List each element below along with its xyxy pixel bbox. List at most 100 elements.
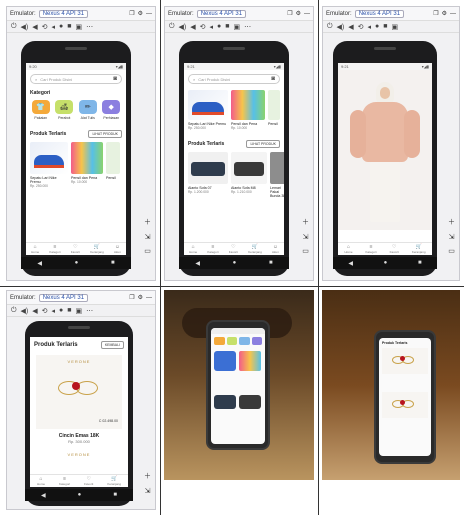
- power-icon[interactable]: ⏻: [11, 23, 17, 31]
- zoom-fit-icon[interactable]: ⇲: [449, 233, 455, 241]
- back-icon[interactable]: ◂: [210, 23, 214, 31]
- back-icon[interactable]: ◀: [37, 260, 42, 267]
- home-icon[interactable]: ●: [233, 260, 237, 266]
- camera-search-icon[interactable]: ◙: [271, 76, 275, 82]
- home-icon[interactable]: ●: [78, 492, 82, 498]
- ring-image[interactable]: VERONE C 02.498.00: [36, 355, 122, 429]
- overview-icon[interactable]: ■: [269, 260, 273, 266]
- more-icon[interactable]: ⋯: [86, 23, 93, 31]
- home-icon[interactable]: ●: [384, 260, 388, 266]
- gear-icon[interactable]: ⚙: [138, 10, 143, 17]
- home-icon[interactable]: ●: [59, 307, 63, 314]
- nav-favorite[interactable]: ♡ Favorit: [229, 244, 238, 254]
- category-item[interactable]: 🛋 Perabot: [55, 100, 74, 120]
- nav-home[interactable]: ⌂ Home: [37, 476, 45, 486]
- window-restore-icon[interactable]: ❐: [433, 10, 438, 17]
- gear-icon[interactable]: ⚙: [442, 10, 447, 17]
- nav-cart[interactable]: 🛒 Keranjang: [248, 244, 262, 254]
- power-icon[interactable]: ⏻: [327, 23, 333, 31]
- product-card[interactable]: Alanto Sofa 07 Rp. 1.200.000: [188, 152, 228, 198]
- power-icon[interactable]: ⏻: [169, 23, 175, 31]
- overview-icon[interactable]: ■: [418, 260, 422, 266]
- more-icon[interactable]: ⋯: [244, 23, 251, 31]
- back-icon[interactable]: ◀: [41, 492, 46, 499]
- zoom-fit-icon[interactable]: ⇲: [145, 233, 151, 241]
- zoom-in-icon[interactable]: ＋: [448, 217, 455, 227]
- volume-up-icon[interactable]: ◀): [21, 307, 29, 315]
- back-button[interactable]: KEMBALI: [100, 341, 124, 349]
- volume-down-icon[interactable]: ◀: [32, 23, 37, 31]
- volume-down-icon[interactable]: ◀: [190, 23, 195, 31]
- screen-icon[interactable]: ▭: [302, 247, 309, 255]
- home-icon[interactable]: ●: [375, 23, 379, 30]
- volume-up-icon[interactable]: ◀): [179, 23, 187, 31]
- window-restore-icon[interactable]: ❐: [287, 10, 292, 17]
- search-input[interactable]: ⌕ Cari Produk Disini ◙: [30, 74, 122, 84]
- nav-category[interactable]: ≡ Kategori: [207, 244, 218, 254]
- category-item[interactable]: ◆ Perhiasan: [102, 100, 121, 120]
- window-restore-icon[interactable]: ❐: [129, 294, 134, 301]
- zoom-fit-icon[interactable]: ⇲: [303, 233, 309, 241]
- rotate-icon[interactable]: ⟲: [200, 23, 206, 31]
- overview-icon[interactable]: ■: [113, 492, 117, 498]
- home-icon[interactable]: ●: [217, 23, 221, 30]
- overview-icon[interactable]: ■: [67, 23, 71, 30]
- rotate-icon[interactable]: ⟲: [358, 23, 364, 31]
- product-card[interactable]: Pensil: [106, 142, 120, 188]
- zoom-in-icon[interactable]: ＋: [144, 217, 151, 227]
- back-icon[interactable]: ◂: [368, 23, 372, 31]
- gear-icon[interactable]: ⚙: [296, 10, 301, 17]
- nav-home[interactable]: ⌂ Home: [31, 244, 39, 254]
- overview-icon[interactable]: ■: [111, 260, 115, 266]
- back-icon[interactable]: ◂: [52, 23, 56, 31]
- clothing-image[interactable]: [338, 70, 432, 230]
- minimize-icon[interactable]: —: [146, 11, 152, 17]
- volume-up-icon[interactable]: ◀): [21, 23, 29, 31]
- gear-icon[interactable]: ⚙: [138, 294, 143, 301]
- volume-down-icon[interactable]: ◀: [32, 307, 37, 315]
- home-icon[interactable]: ●: [59, 23, 63, 30]
- volume-down-icon[interactable]: ◀: [348, 23, 353, 31]
- nav-home[interactable]: ⌂ Home: [344, 244, 352, 254]
- back-icon[interactable]: ◀: [348, 260, 353, 267]
- more-icon[interactable]: ⋯: [86, 307, 93, 315]
- nav-cart[interactable]: 🛒 Keranjang: [107, 476, 121, 486]
- power-icon[interactable]: ⏻: [11, 307, 17, 315]
- product-card[interactable]: Pensil dan Pena Rp. 10.000: [71, 142, 103, 188]
- product-card[interactable]: Sepatu Lari Nike Premu Rp. 250.000: [30, 142, 68, 188]
- see-all-button[interactable]: LIHAT PRODUK: [246, 140, 280, 148]
- camera-search-icon[interactable]: ◙: [113, 76, 117, 82]
- nav-account[interactable]: ☺ Akun: [272, 244, 279, 254]
- product-card[interactable]: Pensil dan Pena Rp. 10.000: [231, 90, 265, 130]
- nav-favorite[interactable]: ♡ Favorit: [390, 244, 399, 254]
- nav-account[interactable]: ☺ Akun: [114, 244, 121, 254]
- zoom-fit-icon[interactable]: ⇲: [145, 487, 151, 495]
- search-input[interactable]: ⌕ Cari Produk Disini ◙: [188, 74, 280, 84]
- zoom-in-icon[interactable]: ＋: [144, 471, 151, 481]
- camera-icon[interactable]: ▣: [234, 23, 241, 31]
- category-item[interactable]: 👕 Pakaian: [31, 100, 50, 120]
- nav-category[interactable]: ≡ Kategori: [365, 244, 376, 254]
- nav-cart[interactable]: 🛒 Keranjang: [90, 244, 104, 254]
- volume-up-icon[interactable]: ◀): [337, 23, 345, 31]
- camera-icon[interactable]: ▣: [392, 23, 399, 31]
- device-tab[interactable]: Nexus 4 API 31: [38, 9, 89, 18]
- camera-icon[interactable]: ▣: [76, 307, 83, 315]
- nav-favorite[interactable]: ♡ Favorit: [71, 244, 80, 254]
- screen-icon[interactable]: ▭: [144, 247, 151, 255]
- camera-icon[interactable]: ▣: [76, 23, 83, 31]
- device-tab[interactable]: Nexus 4 API 31: [38, 293, 89, 302]
- rotate-icon[interactable]: ⟲: [42, 23, 48, 31]
- nav-category[interactable]: ≡ Kategori: [49, 244, 60, 254]
- product-card[interactable]: Lemari Pakai Bunda 3L: [270, 152, 284, 198]
- home-icon[interactable]: ●: [75, 260, 79, 266]
- overview-icon[interactable]: ■: [383, 23, 387, 30]
- back-icon[interactable]: ◀: [195, 260, 200, 267]
- nav-home[interactable]: ⌂ Home: [189, 244, 197, 254]
- minimize-icon[interactable]: —: [304, 11, 310, 17]
- zoom-in-icon[interactable]: ＋: [302, 217, 309, 227]
- rotate-icon[interactable]: ⟲: [42, 307, 48, 315]
- nav-favorite[interactable]: ♡ Favorit: [84, 476, 93, 486]
- device-tab[interactable]: Nexus 4 API 31: [196, 9, 247, 18]
- back-icon[interactable]: ◂: [52, 307, 56, 315]
